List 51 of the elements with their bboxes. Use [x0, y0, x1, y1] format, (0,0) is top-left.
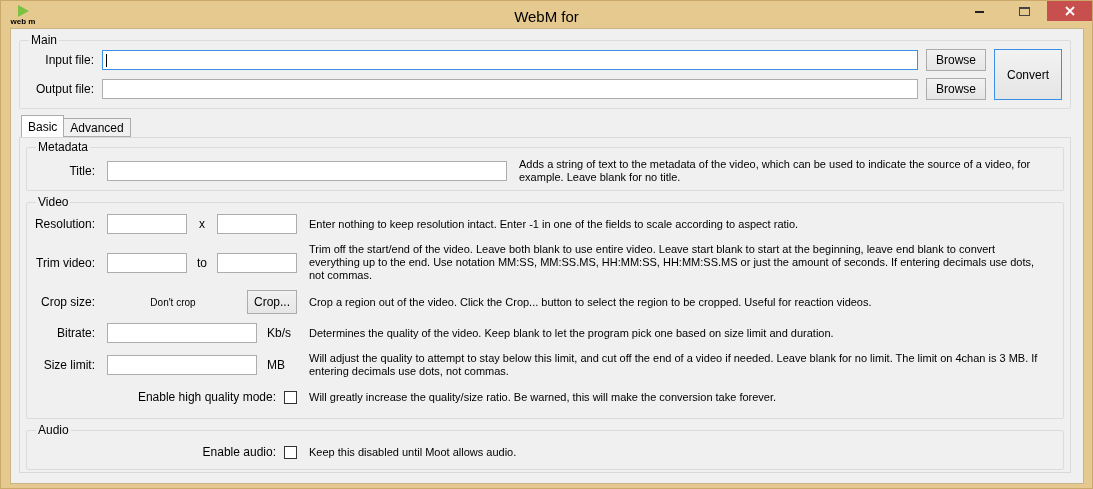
file-field[interactable] — [102, 50, 918, 71]
help-text: Determines the quality of the video. Keep blank to let the program pick one based on size limit and duration. — [309, 326, 835, 340]
field-label: Title: — [68, 164, 95, 178]
close-button[interactable] — [1047, 1, 1092, 21]
group-title: Video — [37, 195, 70, 209]
play-icon — [17, 5, 29, 17]
text-field[interactable] — [107, 323, 257, 343]
field-label: Resolution: — [33, 217, 95, 231]
crop-button[interactable]: Crop... — [247, 290, 297, 314]
field-label: Bitrate: — [56, 326, 95, 340]
help-text: Keep this disabled until Moot allows audio. — [309, 445, 518, 459]
maximize-icon — [1019, 6, 1030, 16]
separator-text: x — [198, 217, 206, 231]
text-field[interactable] — [107, 355, 257, 375]
app-icon-label: web m — [10, 17, 36, 26]
text-field[interactable] — [107, 161, 507, 181]
checkbox-label: Enable high quality mode: — [137, 390, 276, 404]
group-title: Audio — [37, 423, 70, 437]
checkbox[interactable] — [284, 445, 297, 459]
text-field[interactable] — [107, 214, 188, 234]
help-text: Will adjust the quality to attempt to stay below this limit, and cut off the end of a video if needed. Leave blank for no limit. The limit on 4chan is 3 MB. If entering decimals use dots, not commas. — [309, 352, 1039, 378]
window-title: WebM for — [514, 8, 579, 25]
help-text: Enter nothing to keep resolution intact. Enter -1 in one of the fields to scale according to aspect ratio. — [309, 217, 800, 231]
text-field[interactable] — [216, 214, 297, 234]
checkbox-label: Enable audio: — [202, 445, 276, 459]
browse-button[interactable]: Browse — [926, 77, 986, 100]
help-text: Adds a string of text to the metadata of the video, which can be used to indicate the source of a video, for example. Leave blank for no title. — [519, 158, 1032, 184]
crop-value: Don't crop — [149, 296, 197, 308]
file-field[interactable] — [102, 78, 918, 99]
help-text: Trim off the start/end of the video. Leave both blank to use entire video. Leave start blank to start at the beginning, leave end blank to convert everything up to the end. Use notation MM:SS, MM:SS.MS, HH:MM:SS, HH:MM:SS.MS or just the amount of seconds. If entering decimals use dots, not commas. — [309, 243, 1036, 282]
tab[interactable]: Advanced — [63, 118, 131, 137]
group-title: Metadata — [37, 140, 90, 154]
help-text: Will greatly increase the quality/size ratio. Be warned, this will make the conversion take forever. — [309, 390, 778, 404]
minimize-icon — [975, 9, 984, 13]
field-label: Size limit: — [42, 358, 95, 372]
browse-button[interactable]: Browse — [926, 49, 986, 72]
field-label: Output file: — [34, 81, 94, 96]
help-text: Crop a region out of the video. Click the Crop... button to select the region to be cropped. Useful for reaction videos. — [309, 295, 873, 309]
field-label: Trim video: — [35, 255, 95, 270]
unit-label: Kb/s — [267, 326, 291, 340]
group-title: Main — [30, 33, 58, 47]
separator-text: to — [196, 255, 208, 270]
checkbox[interactable] — [284, 390, 297, 404]
convert-button[interactable]: Convert — [994, 49, 1062, 100]
close-icon — [1064, 6, 1075, 16]
tab[interactable]: Basic — [21, 115, 65, 137]
field-label: Crop size: — [39, 295, 95, 309]
field-label: Input file: — [44, 53, 94, 68]
text-field[interactable] — [107, 252, 188, 273]
text-field[interactable] — [216, 252, 297, 273]
unit-label: MB — [267, 358, 285, 372]
